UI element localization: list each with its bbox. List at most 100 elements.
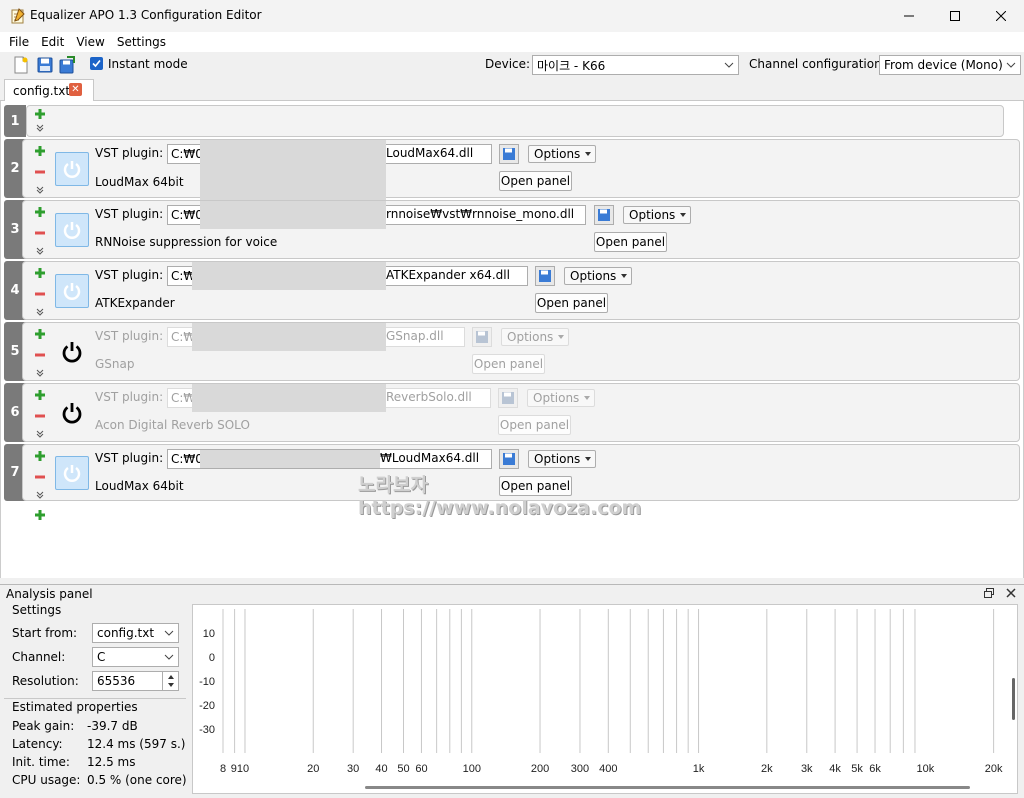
- chevron-down-icon: [584, 455, 592, 463]
- options-button[interactable]: Options: [528, 450, 596, 468]
- watermark-line2: https://www.nolavoza.com: [358, 497, 642, 519]
- y-tick-label: 0: [209, 652, 215, 664]
- add-filter-icon[interactable]: [34, 145, 46, 157]
- y-tick-label: -10: [199, 676, 215, 688]
- options-button[interactable]: Options: [528, 145, 596, 163]
- minimize-button[interactable]: [886, 0, 932, 32]
- x-tick-label: 1k: [693, 763, 705, 775]
- window-title: Equalizer APO 1.3 Configuration Editor: [30, 8, 262, 22]
- peak-gain-label: Peak gain:: [12, 719, 75, 733]
- maximize-button[interactable]: [932, 0, 978, 32]
- browse-file-icon[interactable]: [535, 266, 555, 286]
- close-button[interactable]: [978, 0, 1024, 32]
- tab-config-label: config.txt: [13, 83, 71, 98]
- open-panel-button[interactable]: Open panel: [535, 293, 608, 313]
- instant-mode-checkbox[interactable]: [90, 57, 103, 70]
- channel-select[interactable]: C: [92, 647, 179, 667]
- power-toggle-icon[interactable]: [55, 274, 89, 308]
- frequency-response-graph: 10 0 -10 -20 -30 8 910 20 30 40 50 60 100 200 300 400 1k…: [192, 604, 1018, 794]
- channel-config-select[interactable]: From device (Mono): [879, 55, 1021, 75]
- expand-icon[interactable]: [36, 430, 44, 438]
- browse-file-icon[interactable]: [594, 205, 614, 225]
- horizontal-scrollbar[interactable]: [365, 786, 970, 789]
- expand-icon[interactable]: [36, 491, 44, 499]
- divider: [4, 698, 186, 699]
- options-button[interactable]: Options: [623, 206, 691, 224]
- x-tick-label: 40: [375, 763, 387, 775]
- open-panel-button[interactable]: Open panel: [499, 171, 572, 191]
- expand-icon[interactable]: [36, 308, 44, 316]
- expand-icon[interactable]: [36, 186, 44, 194]
- path-end: ReverbSolo.dll: [386, 390, 472, 404]
- add-filter-icon[interactable]: [34, 206, 46, 218]
- save-file-icon[interactable]: [36, 56, 54, 74]
- browse-file-icon[interactable]: [498, 388, 518, 408]
- options-label: Options: [534, 147, 581, 161]
- vertical-scrollbar[interactable]: [1012, 678, 1015, 720]
- start-from-select[interactable]: config.txt: [92, 623, 179, 643]
- remove-filter-icon[interactable]: [34, 166, 46, 178]
- add-filter-icon[interactable]: [34, 267, 46, 279]
- settings-title: Settings: [12, 603, 62, 617]
- power-toggle-icon[interactable]: [55, 335, 89, 369]
- add-filter-icon[interactable]: [34, 108, 46, 120]
- vst-plugin-label: VST plugin:: [95, 146, 164, 160]
- menu-edit[interactable]: Edit: [36, 35, 69, 49]
- open-panel-button[interactable]: Open panel: [498, 415, 571, 435]
- float-panel-icon[interactable]: [984, 588, 994, 598]
- path-end: LoudMax64.dll: [386, 146, 474, 160]
- remove-filter-icon[interactable]: [34, 471, 46, 483]
- tab-close-icon[interactable]: ✕: [69, 83, 82, 96]
- analysis-header: [0, 585, 1024, 603]
- options-button[interactable]: Options: [564, 267, 632, 285]
- power-toggle-icon[interactable]: [55, 152, 89, 186]
- resolution-spinner[interactable]: [162, 672, 178, 690]
- menu-settings[interactable]: Settings: [112, 35, 171, 49]
- options-button[interactable]: Options: [501, 328, 569, 346]
- redacted-area: [200, 450, 380, 468]
- power-toggle-icon[interactable]: [55, 456, 89, 490]
- expand-icon[interactable]: [36, 369, 44, 377]
- browse-file-icon[interactable]: [499, 144, 519, 164]
- power-toggle-icon[interactable]: [55, 213, 89, 247]
- remove-filter-icon[interactable]: [34, 349, 46, 361]
- cpu-usage-value: 0.5 % (one core): [87, 773, 187, 787]
- peak-gain-value: -39.7 dB: [87, 719, 138, 733]
- x-tick-label: 400: [599, 763, 617, 775]
- start-from-label: Start from:: [12, 626, 78, 640]
- remove-filter-icon[interactable]: [34, 288, 46, 300]
- remove-filter-icon[interactable]: [34, 227, 46, 239]
- path-start: C:₩0: [171, 452, 203, 466]
- add-filter-icon[interactable]: [34, 389, 46, 401]
- x-tick-label: 30: [347, 763, 359, 775]
- device-select[interactable]: 마이크 - K66: [532, 55, 739, 75]
- browse-file-icon[interactable]: [499, 449, 519, 469]
- menu-view[interactable]: View: [71, 35, 109, 49]
- close-panel-icon[interactable]: [1006, 588, 1016, 598]
- new-file-icon[interactable]: [12, 56, 30, 74]
- x-tick-label: 4k: [829, 763, 841, 775]
- add-filter-icon[interactable]: [34, 328, 46, 340]
- vst-plugin-label: VST plugin:: [95, 329, 164, 343]
- save-as-icon[interactable]: [58, 56, 76, 74]
- y-tick-label: 10: [203, 628, 215, 640]
- menu-file[interactable]: File: [4, 35, 34, 49]
- latency-value: 12.4 ms (597 s.): [87, 737, 186, 751]
- vst-plugin-label: VST plugin:: [95, 390, 164, 404]
- expand-icon[interactable]: [36, 124, 44, 132]
- open-panel-button[interactable]: Open panel: [594, 232, 667, 252]
- add-filter-icon[interactable]: [34, 509, 46, 521]
- redacted-area: [192, 262, 386, 290]
- tab-strip: [0, 77, 1024, 101]
- browse-file-icon[interactable]: [472, 327, 492, 347]
- x-tick-label: 10k: [916, 763, 934, 775]
- redacted-area: [192, 323, 386, 351]
- vst-plugin-label: VST plugin:: [95, 451, 164, 465]
- chevron-down-icon: [679, 211, 687, 219]
- remove-filter-icon[interactable]: [34, 410, 46, 422]
- expand-icon[interactable]: [36, 247, 44, 255]
- power-toggle-icon[interactable]: [55, 396, 89, 430]
- add-filter-icon[interactable]: [34, 450, 46, 462]
- open-panel-button[interactable]: Open panel: [472, 354, 545, 374]
- options-button[interactable]: Options: [527, 389, 595, 407]
